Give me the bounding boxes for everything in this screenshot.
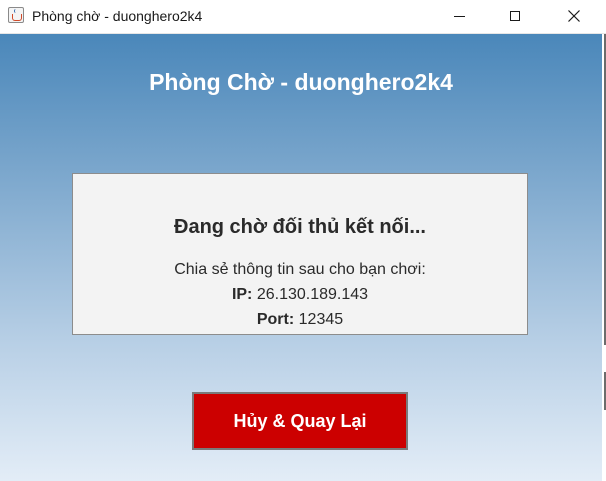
java-cup-icon: [8, 7, 24, 23]
window-edge: [602, 34, 606, 481]
port-label: Port:: [256, 311, 295, 328]
close-button[interactable]: [551, 0, 597, 32]
waiting-room-panel: Phòng Chờ - duonghero2k4 Đang chờ đối th…: [0, 34, 602, 481]
ip-label: IP:: [231, 286, 253, 303]
close-icon: [568, 10, 580, 22]
port-line: Port: 12345: [73, 311, 527, 329]
minimize-icon: [453, 15, 465, 17]
ip-value: 26.130.189.143: [256, 286, 369, 303]
maximize-button[interactable]: [492, 0, 538, 32]
port-value: 12345: [298, 311, 344, 328]
waiting-status: Đang chờ đối thủ kết nối...: [174, 216, 426, 238]
maximize-icon: [510, 11, 520, 21]
connection-info-panel: Đang chờ đối thủ kết nối... Chia sẻ thôn…: [72, 173, 528, 335]
ip-line: IP: 26.130.189.143: [73, 286, 527, 304]
title-bar: Phòng chờ - duonghero2k4: [0, 0, 606, 34]
room-heading: Phòng Chờ - duonghero2k4: [149, 69, 453, 95]
cancel-and-back-button[interactable]: Hủy & Quay Lại: [192, 392, 408, 450]
share-instruction: Chia sẻ thông tin sau cho bạn chơi:: [174, 261, 426, 278]
minimize-button[interactable]: [436, 0, 482, 32]
window-title: Phòng chờ - duonghero2k4: [32, 8, 203, 24]
